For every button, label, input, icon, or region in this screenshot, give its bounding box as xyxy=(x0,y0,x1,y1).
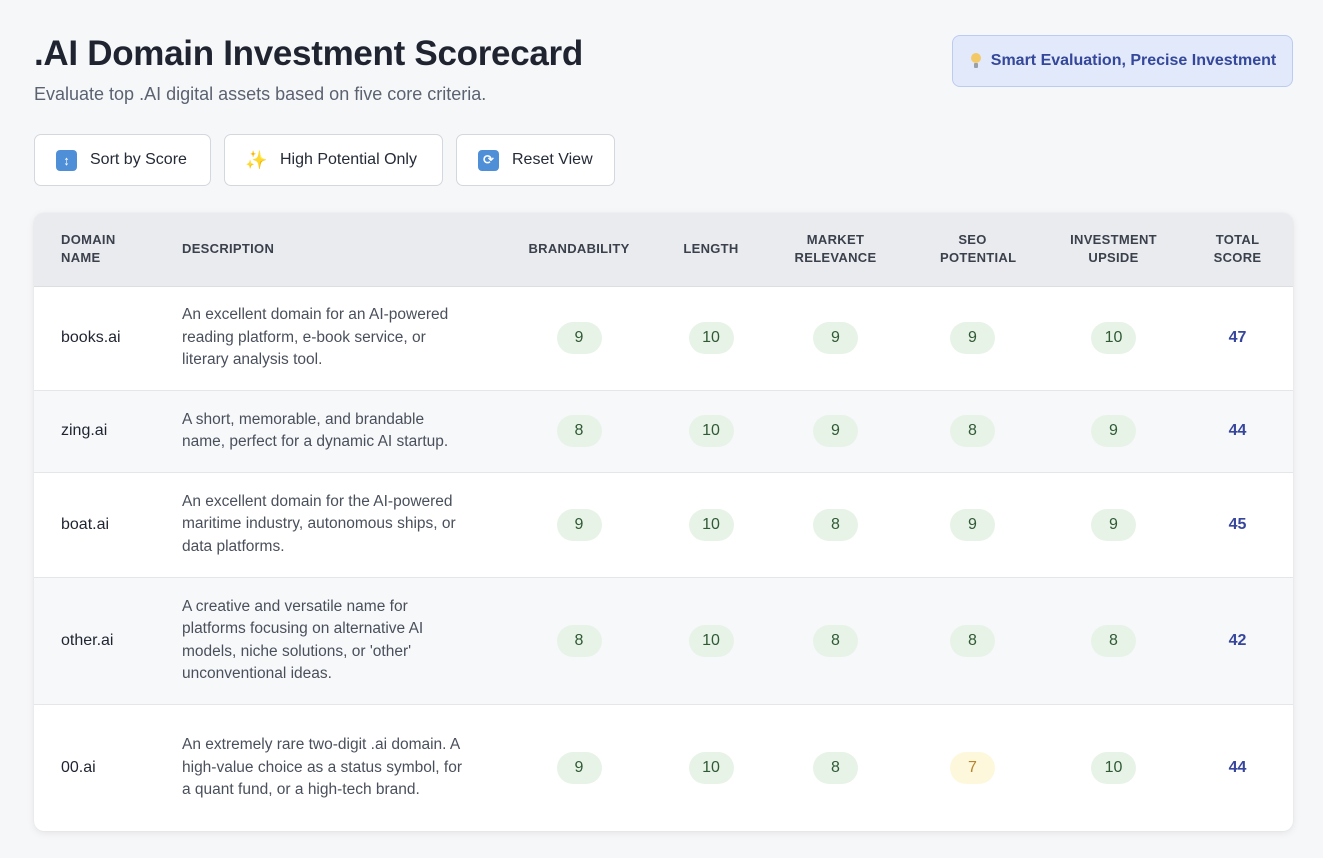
market-relevance-score: 9 xyxy=(813,322,858,354)
market-relevance-score: 8 xyxy=(813,751,858,784)
domain-description: A short, memorable, and brandable name, … xyxy=(182,410,449,451)
market-relevance-score: 8 xyxy=(813,508,858,541)
brandability-score: 9 xyxy=(556,751,602,784)
col-header-total-score[interactable]: Total Score xyxy=(1182,213,1293,287)
domain-name: 00.ai xyxy=(61,758,96,776)
sparkles-icon: ✨ xyxy=(245,149,268,170)
length-score: 10 xyxy=(688,751,734,784)
domain-name: boat.ai xyxy=(61,515,110,533)
col-header-brandability[interactable]: Brandability xyxy=(507,213,651,287)
high-potential-label: High Potential Only xyxy=(280,151,417,168)
investment-upside-score: 8 xyxy=(1091,624,1136,657)
tagline-badge: Smart Evaluation, Precise Investment xyxy=(952,35,1293,87)
total-score: 44 xyxy=(1228,758,1247,776)
domain-description: A creative and versatile name for platfo… xyxy=(182,597,424,683)
domain-description: An excellent domain for the AI-powered m… xyxy=(182,492,456,555)
investment-upside-score: 10 xyxy=(1091,322,1136,354)
high-potential-button[interactable]: ✨ High Potential Only xyxy=(224,134,443,186)
seo-potential-score: 9 xyxy=(950,508,995,541)
brandability-score: 8 xyxy=(556,415,602,447)
sort-arrows-icon: ↕ xyxy=(56,149,77,171)
total-score: 45 xyxy=(1228,515,1247,533)
sort-by-score-button[interactable]: ↕ Sort by Score xyxy=(34,134,211,186)
sort-by-score-label: Sort by Score xyxy=(90,151,187,168)
market-relevance-score: 9 xyxy=(813,415,858,447)
investment-upside-score: 9 xyxy=(1091,415,1136,447)
total-score: 47 xyxy=(1228,329,1247,346)
page-title: .AI Domain Investment Scorecard xyxy=(34,34,583,73)
tagline-text: Smart Evaluation, Precise Investment xyxy=(990,52,1277,69)
seo-potential-score: 7 xyxy=(950,751,995,784)
scorecard-table: Domain Name Description Brandability Len… xyxy=(34,213,1293,831)
length-score: 10 xyxy=(688,508,734,541)
page-subtitle: Evaluate top .AI digital assets based on… xyxy=(34,84,487,104)
table-row[interactable]: zing.ai A short, memorable, and brandabl… xyxy=(34,390,1293,472)
table-row[interactable]: 00.ai An extremely rare two-digit .ai do… xyxy=(34,704,1293,831)
col-header-market-relevance[interactable]: Market Relevance xyxy=(771,213,900,287)
col-header-domain[interactable]: Domain Name xyxy=(34,213,155,287)
col-header-length[interactable]: Length xyxy=(651,213,771,287)
refresh-icon: ⟳ xyxy=(478,149,499,171)
domain-name: zing.ai xyxy=(61,422,108,439)
brandability-score: 9 xyxy=(556,322,602,354)
market-relevance-score: 8 xyxy=(813,624,858,657)
length-score: 10 xyxy=(688,322,734,354)
col-header-seo-potential[interactable]: SEO Potential xyxy=(900,213,1045,287)
domain-name: books.ai xyxy=(61,329,121,346)
seo-potential-score: 8 xyxy=(950,624,995,657)
brandability-score: 8 xyxy=(556,624,602,657)
investment-upside-score: 9 xyxy=(1091,508,1136,541)
domain-description: An excellent domain for an AI-powered re… xyxy=(182,306,449,369)
col-header-investment-upside[interactable]: Investment Upside xyxy=(1045,213,1182,287)
reset-view-label: Reset View xyxy=(512,151,593,168)
domain-name: other.ai xyxy=(61,631,114,649)
lightbulb-icon xyxy=(969,52,983,70)
length-score: 10 xyxy=(688,624,734,657)
investment-upside-score: 10 xyxy=(1091,751,1136,784)
total-score: 42 xyxy=(1228,631,1247,649)
table-row[interactable]: books.ai An excellent domain for an AI-p… xyxy=(34,286,1293,390)
seo-potential-score: 9 xyxy=(950,322,995,354)
length-score: 10 xyxy=(688,415,734,447)
table-header-row: Domain Name Description Brandability Len… xyxy=(34,213,1293,287)
brandability-score: 9 xyxy=(556,508,602,541)
reset-view-button[interactable]: ⟳ Reset View xyxy=(456,134,615,186)
table-row[interactable]: other.ai A creative and versatile name f… xyxy=(34,577,1293,704)
seo-potential-score: 8 xyxy=(950,415,995,447)
total-score: 44 xyxy=(1228,422,1247,439)
table-row[interactable]: boat.ai An excellent domain for the AI-p… xyxy=(34,472,1293,577)
domain-description: An extremely rare two-digit .ai domain. … xyxy=(182,736,462,798)
col-header-description[interactable]: Description xyxy=(155,213,507,287)
